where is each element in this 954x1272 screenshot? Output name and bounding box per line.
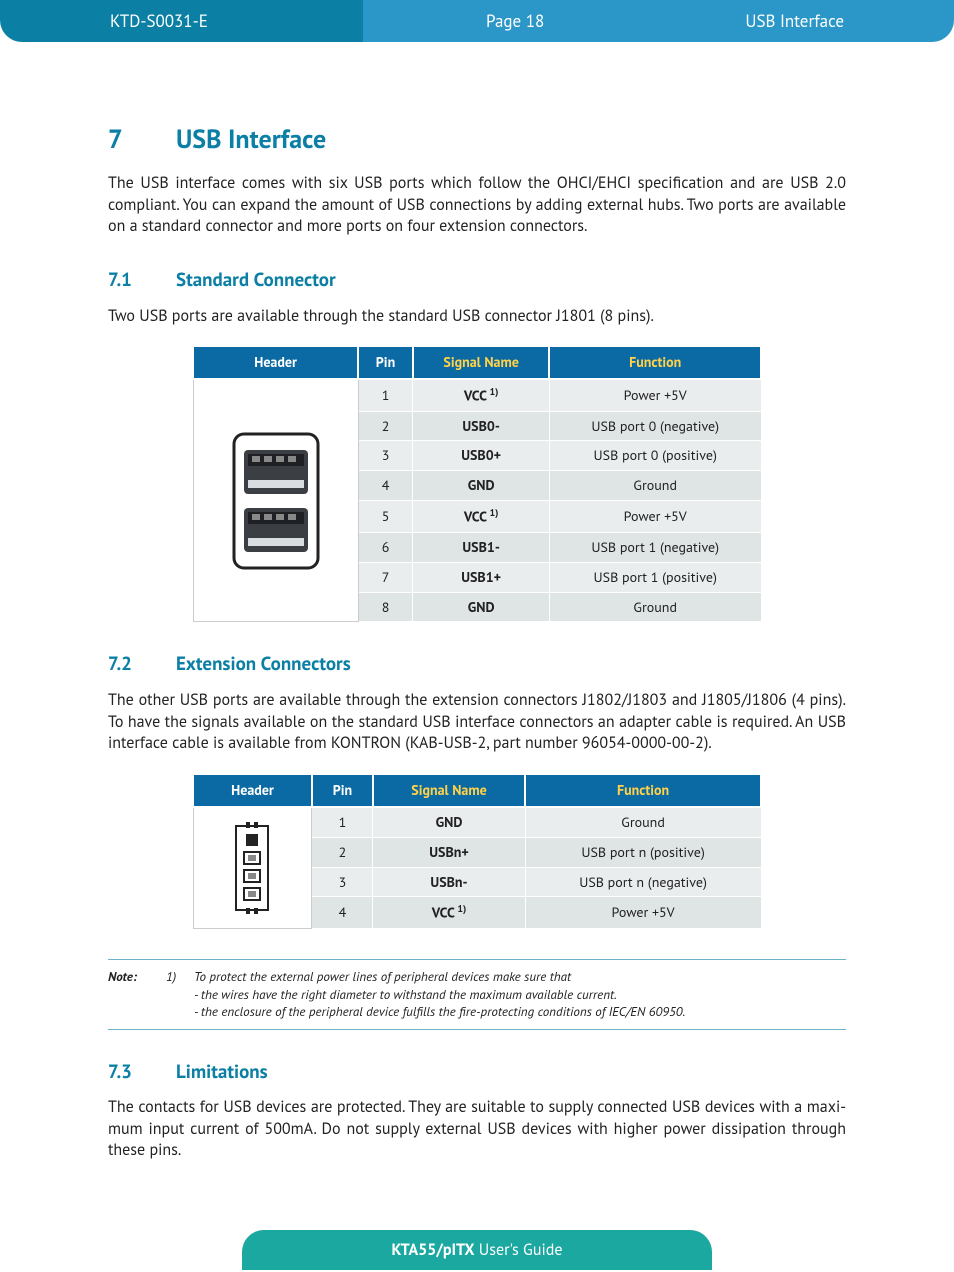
section-7-3-paragraph: The contacts for USB devices are protect… [108,1097,846,1162]
signal-cell: USB0+ [413,441,550,471]
intro-paragraph: The USB interface comes with six USB por… [108,173,846,238]
function-cell: USB port n (positive) [525,837,761,867]
section-7-2-number: 7.2 [108,652,176,678]
pin-header-4-icon [222,820,282,916]
signal-cell: VCC 1) [413,379,550,411]
header-page: Page 18 [363,0,668,42]
pin-cell: 1 [358,379,413,411]
col-function: Function [549,346,761,379]
signal-cell: USB1- [413,532,550,562]
chapter-number: 7 [108,122,176,157]
function-cell: Power +5V [549,379,761,411]
col-pin: Pin [312,774,373,807]
section-7-1-title: 7.1Standard Connector [108,268,846,294]
section-7-3-number: 7.3 [108,1060,176,1086]
header-doc-id: KTD-S0031-E [0,0,363,42]
function-cell: Ground [549,592,761,622]
note-line: To protect the external power lines of p… [194,968,685,986]
section-7-3-text: Limitations [176,1060,268,1084]
footer-bold: KTA55/pITX [392,1240,475,1260]
signal-cell: USBn- [373,867,525,897]
footer-rest: User's Guide [475,1240,563,1260]
section-7-1-text: Standard Connector [176,268,336,292]
page-header: KTD-S0031-E Page 18 USB Interface [0,0,954,42]
pin-cell: 4 [358,471,413,501]
note-line: - the enclosure of the peripheral device… [194,1003,685,1021]
standard-connector-table: Header Pin Signal Name Function 1VCC 1)P… [192,345,762,622]
signal-cell: GND [373,807,525,837]
footnote-box: Note: 1) To protect the external power l… [108,959,846,1030]
pin-cell: 4 [312,897,373,929]
col-header: Header [193,346,358,379]
page-body: 7USB Interface The USB interface comes w… [0,42,954,1162]
function-cell: Power +5V [525,897,761,929]
function-cell: Power +5V [549,501,761,533]
pin-cell: 5 [358,501,413,533]
extension-connector-table: Header Pin Signal Name Function 1GNDGrou… [192,773,762,929]
pin-cell: 3 [312,867,373,897]
signal-cell: VCC 1) [373,897,525,929]
note-line: - the wires have the right diameter to w… [194,986,685,1004]
col-function: Function [525,774,761,807]
section-7-2-paragraph: The other USB ports are available throug… [108,690,846,755]
function-cell: USB port 0 (negative) [549,411,761,441]
function-cell: Ground [525,807,761,837]
chapter-text: USB Interface [176,123,326,156]
function-cell: USB port 1 (positive) [549,562,761,592]
signal-cell: GND [413,592,550,622]
signal-cell: USB1+ [413,562,550,592]
col-pin: Pin [358,346,413,379]
header-section: USB Interface [668,0,954,42]
pin-cell: 1 [312,807,373,837]
signal-cell: GND [413,471,550,501]
pin-cell: 2 [312,837,373,867]
section-7-2-text: Extension Connectors [176,652,351,676]
header-image-cell [193,379,358,622]
function-cell: USB port 1 (negative) [549,532,761,562]
footer-title: KTA55/pITX User's Guide [242,1230,713,1270]
pin-cell: 3 [358,441,413,471]
section-7-3-title: 7.3Limitations [108,1060,846,1086]
col-header: Header [193,774,312,807]
signal-cell: USBn+ [373,837,525,867]
section-7-1-number: 7.1 [108,268,176,294]
function-cell: Ground [549,471,761,501]
chapter-title: 7USB Interface [108,122,846,157]
function-cell: USB port 0 (positive) [549,441,761,471]
col-signal: Signal Name [413,346,550,379]
note-label: Note: [108,968,156,1021]
table-row: 1GNDGround [193,807,761,837]
pin-cell: 7 [358,562,413,592]
pin-cell: 6 [358,532,413,562]
section-7-2-title: 7.2Extension Connectors [108,652,846,678]
pin-cell: 2 [358,411,413,441]
function-cell: USB port n (negative) [525,867,761,897]
usb-dual-connector-icon [226,426,326,576]
page-footer: KTA55/pITX User's Guide [0,1228,954,1272]
note-ref: 1) [166,968,184,1021]
section-7-1-paragraph: Two USB ports are available through the … [108,306,846,328]
note-text: To protect the external power lines of p… [194,968,685,1021]
table-row: 1VCC 1)Power +5V [193,379,761,411]
signal-cell: USB0- [413,411,550,441]
pin-cell: 8 [358,592,413,622]
header-image-cell [193,807,312,929]
signal-cell: VCC 1) [413,501,550,533]
col-signal: Signal Name [373,774,525,807]
